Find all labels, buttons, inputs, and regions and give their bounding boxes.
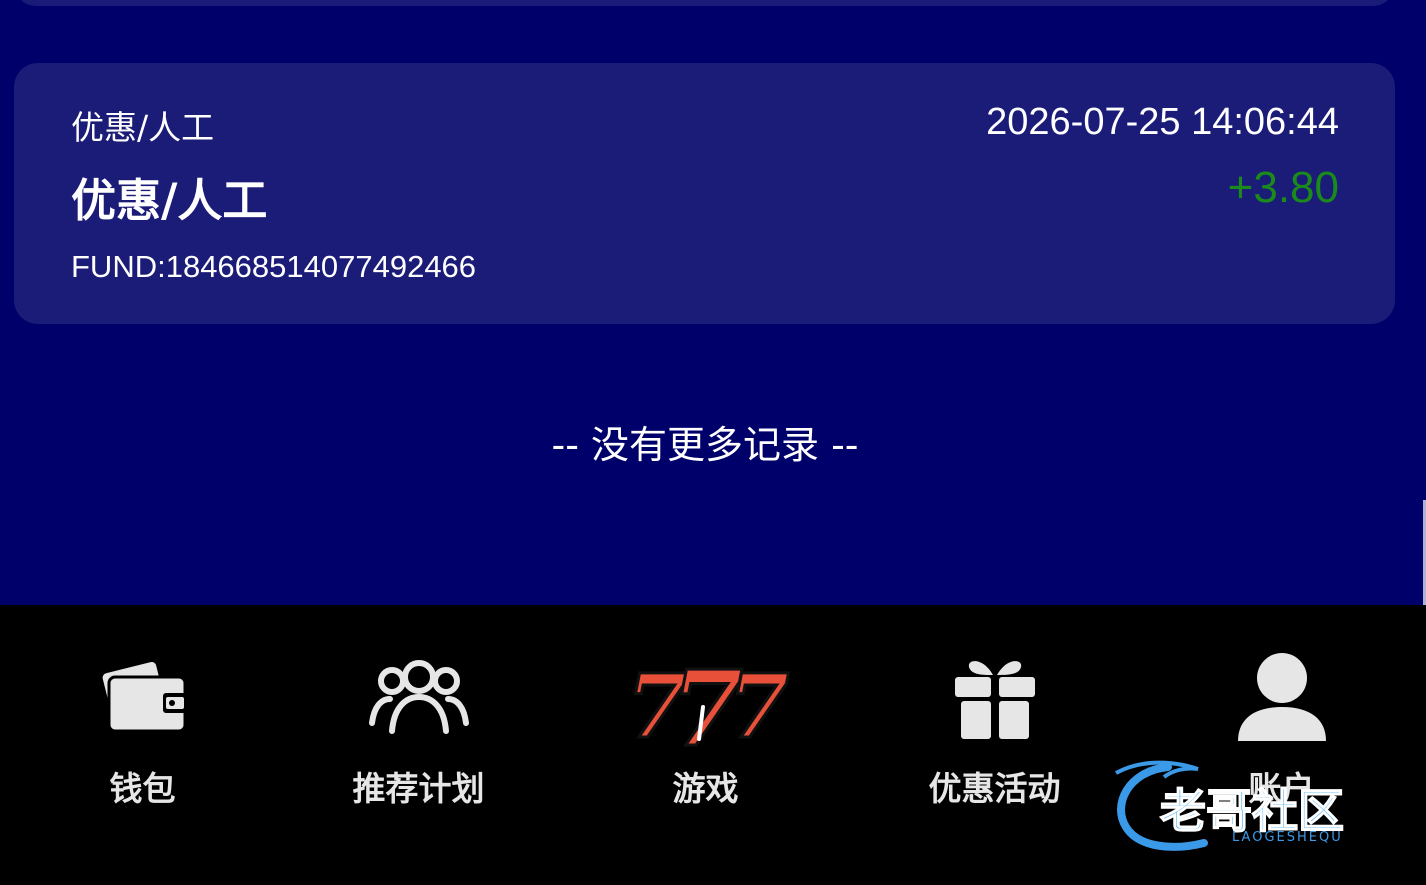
record-type: 优惠/人工 — [71, 108, 215, 147]
gift-icon — [953, 653, 1037, 745]
record-amount: +3.80 — [1227, 163, 1339, 212]
nav-item-referral[interactable]: 推荐计划 — [276, 605, 561, 885]
record-card[interactable]: 优惠/人工 2026-07-25 14:06:44 优惠/人工 +3.80 FU… — [14, 63, 1395, 324]
previous-record-card[interactable] — [14, 0, 1395, 6]
user-icon — [1237, 653, 1326, 749]
svg-text:LAOGESHEQU: LAOGESHEQU — [1232, 830, 1343, 845]
nav-label-promotions: 优惠活动 — [928, 769, 1061, 808]
nav-item-wallet[interactable]: 钱包 — [0, 605, 285, 885]
wallet-icon — [97, 653, 189, 739]
nav-label-games: 游戏 — [672, 769, 739, 808]
nav-item-games[interactable]: 7 7 7 游戏 — [563, 605, 848, 885]
transaction-history-page: 优惠/人工 2026-07-25 14:06:44 优惠/人工 +3.80 FU… — [0, 0, 1426, 885]
nav-label-wallet: 钱包 — [109, 769, 176, 808]
record-reference: FUND:184668514077492466 — [71, 249, 477, 284]
users-icon — [368, 653, 470, 739]
record-datetime: 2026-07-25 14:06:44 — [986, 101, 1339, 143]
nav-label-referral: 推荐计划 — [352, 769, 485, 808]
watermark-logo: 老哥社区 LAOGESHEQU — [1108, 755, 1408, 855]
list-end-text: -- 没有更多记录 -- — [551, 423, 859, 467]
svg-text:7: 7 — [728, 654, 789, 751]
slot-777-icon: 7 7 7 — [621, 646, 790, 772]
record-title: 优惠/人工 — [71, 174, 268, 227]
nav-item-promotions[interactable]: 优惠活动 — [852, 605, 1137, 885]
